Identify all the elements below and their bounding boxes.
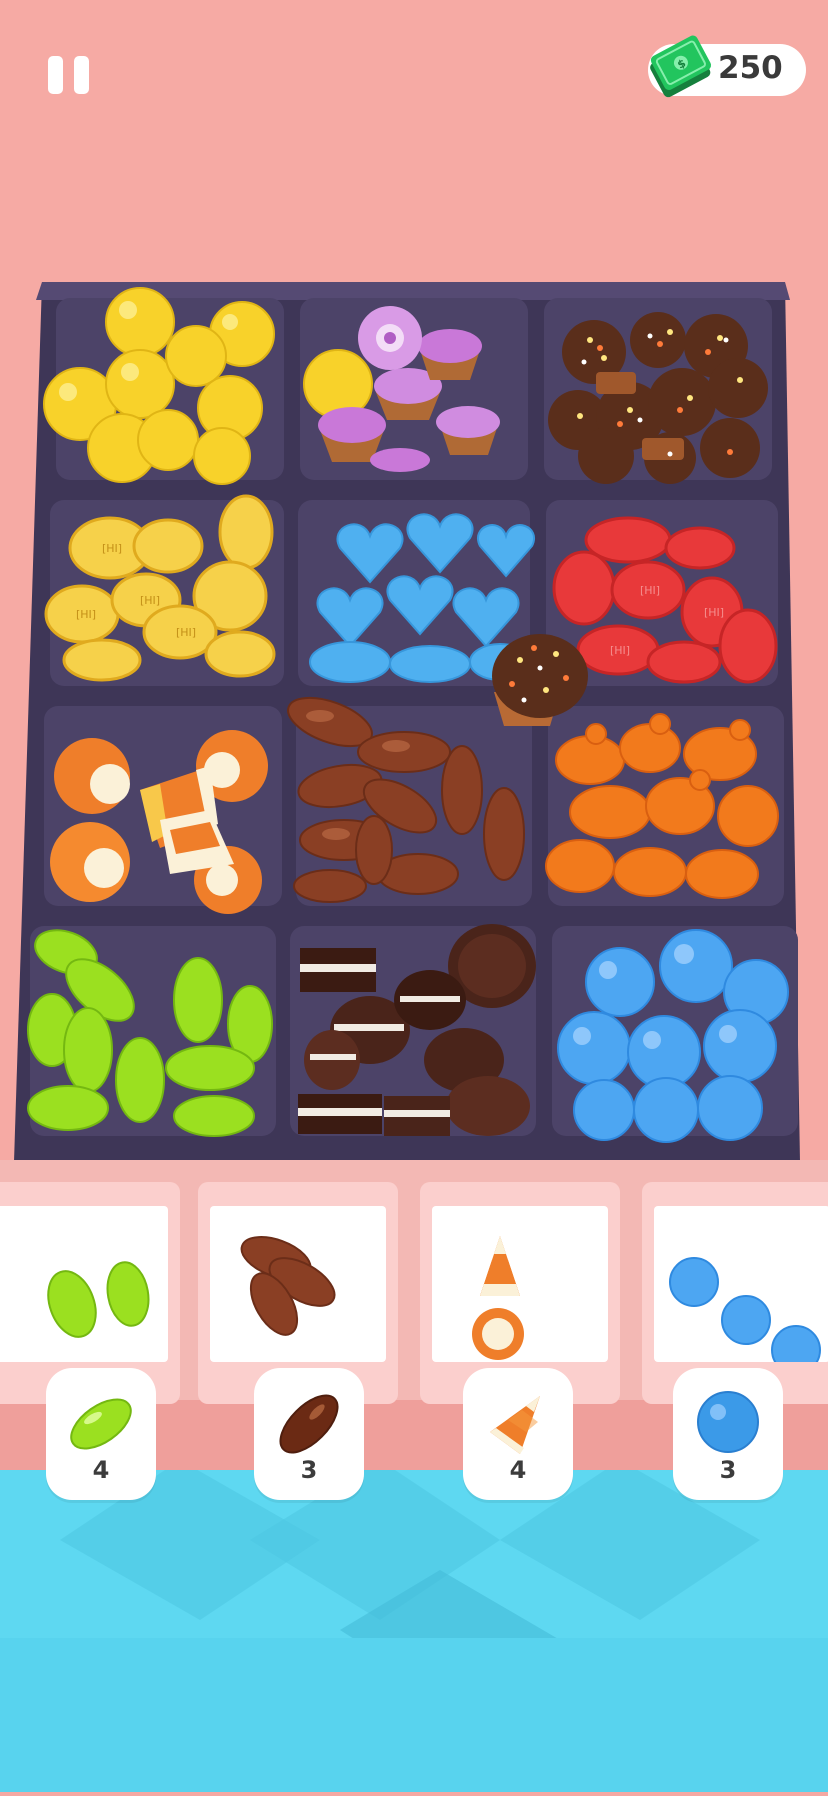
svg-text:[HI]: [HI] <box>102 542 122 555</box>
order-card-brown-jelly-bean: 3 <box>254 1368 364 1500</box>
order-count: 4 <box>92 1456 110 1484</box>
svg-text:[HI]: [HI] <box>140 594 160 607</box>
box-green-jelly-bean-contents <box>47 1261 150 1338</box>
order-card-green-jelly-bean: 4 <box>46 1368 156 1500</box>
box-blue-gumball-contents <box>669 1257 821 1375</box>
blue-gumball-icon <box>697 1391 759 1453</box>
compartment-chocolate-sandwich-cookie[interactable] <box>290 924 536 1136</box>
order-count: 3 <box>300 1456 318 1484</box>
green-jelly-bean-icon <box>70 1398 132 1450</box>
svg-text:[HI]: [HI] <box>76 608 96 621</box>
compartment-chocolate-muffin[interactable] <box>544 298 772 484</box>
order-count: 3 <box>719 1456 737 1484</box>
candy-corn-icon <box>490 1396 540 1454</box>
compartment-green-jelly-bean[interactable] <box>27 922 276 1137</box>
box-candy-corn-contents <box>472 1236 524 1360</box>
compartment-yellow-gumball[interactable] <box>43 287 284 485</box>
order-card-candy-corn: 4 <box>463 1368 573 1500</box>
svg-text:[HI]: [HI] <box>640 584 660 597</box>
compartment-candy-corn[interactable] <box>44 706 282 914</box>
floor <box>0 1460 828 1792</box>
order-card-blue-gumball: 3 <box>673 1368 783 1500</box>
compartment-purple-cupcake[interactable] <box>300 298 528 480</box>
floor-pattern <box>0 1460 828 1792</box>
svg-text:[HI]: [HI] <box>704 606 724 619</box>
compartment-brown-jelly-bean[interactable] <box>282 688 532 906</box>
box-brown-jelly-bean-contents <box>240 1236 336 1336</box>
svg-text:[HI]: [HI] <box>610 644 630 657</box>
brown-jelly-bean-icon <box>279 1394 339 1454</box>
compartment-orange-gummy-bear[interactable] <box>545 706 784 906</box>
svg-text:[HI]: [HI] <box>176 626 196 639</box>
candy-tray: [HI] [HI] [HI] [HI] [HI] [HI] [HI] <box>14 282 800 1162</box>
order-count: 4 <box>509 1456 527 1484</box>
compartment-yellow-candy-disc[interactable]: [HI] [HI] [HI] [HI] <box>44 494 284 686</box>
compartment-blue-gumball[interactable] <box>552 926 798 1143</box>
